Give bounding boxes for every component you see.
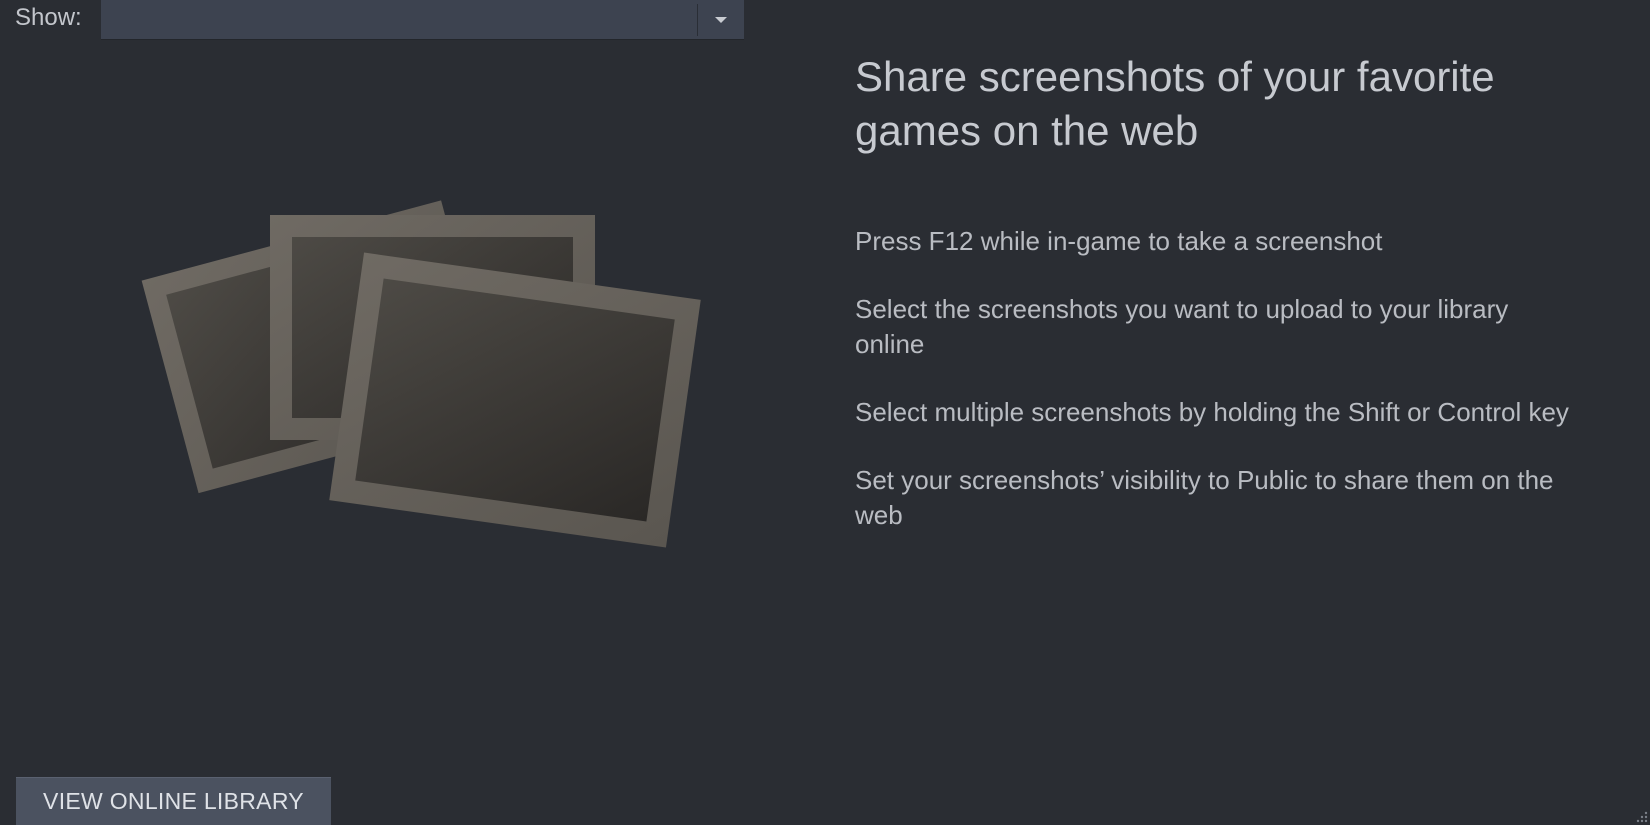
screenshots-illustration [141, 200, 701, 548]
tip-select-multiple: Select multiple screenshots by holding t… [855, 397, 1569, 427]
resize-grip-icon[interactable] [1634, 809, 1648, 823]
screenshot-manager-window: Show: Share screenshots of your favorite… [0, 0, 1650, 825]
filter-bar: Show: [0, 0, 1650, 44]
photo-front [329, 252, 701, 548]
page-title: Share screenshots of your favorite games… [855, 53, 1495, 154]
tip-take-screenshot: Press F12 while in-game to take a screen… [855, 226, 1383, 256]
show-label: Show: [15, 4, 82, 31]
tip-upload-screenshots: Select the screenshots you want to uploa… [855, 294, 1509, 359]
tip-set-visibility: Set your screenshots’ visibility to Publ… [855, 465, 1554, 530]
chevron-down-icon[interactable] [698, 0, 744, 40]
instructions-panel: Share screenshots of your favorite games… [855, 50, 1595, 566]
show-filter-dropdown[interactable] [101, 0, 744, 40]
view-online-library-button[interactable]: VIEW ONLINE LIBRARY [16, 777, 331, 825]
